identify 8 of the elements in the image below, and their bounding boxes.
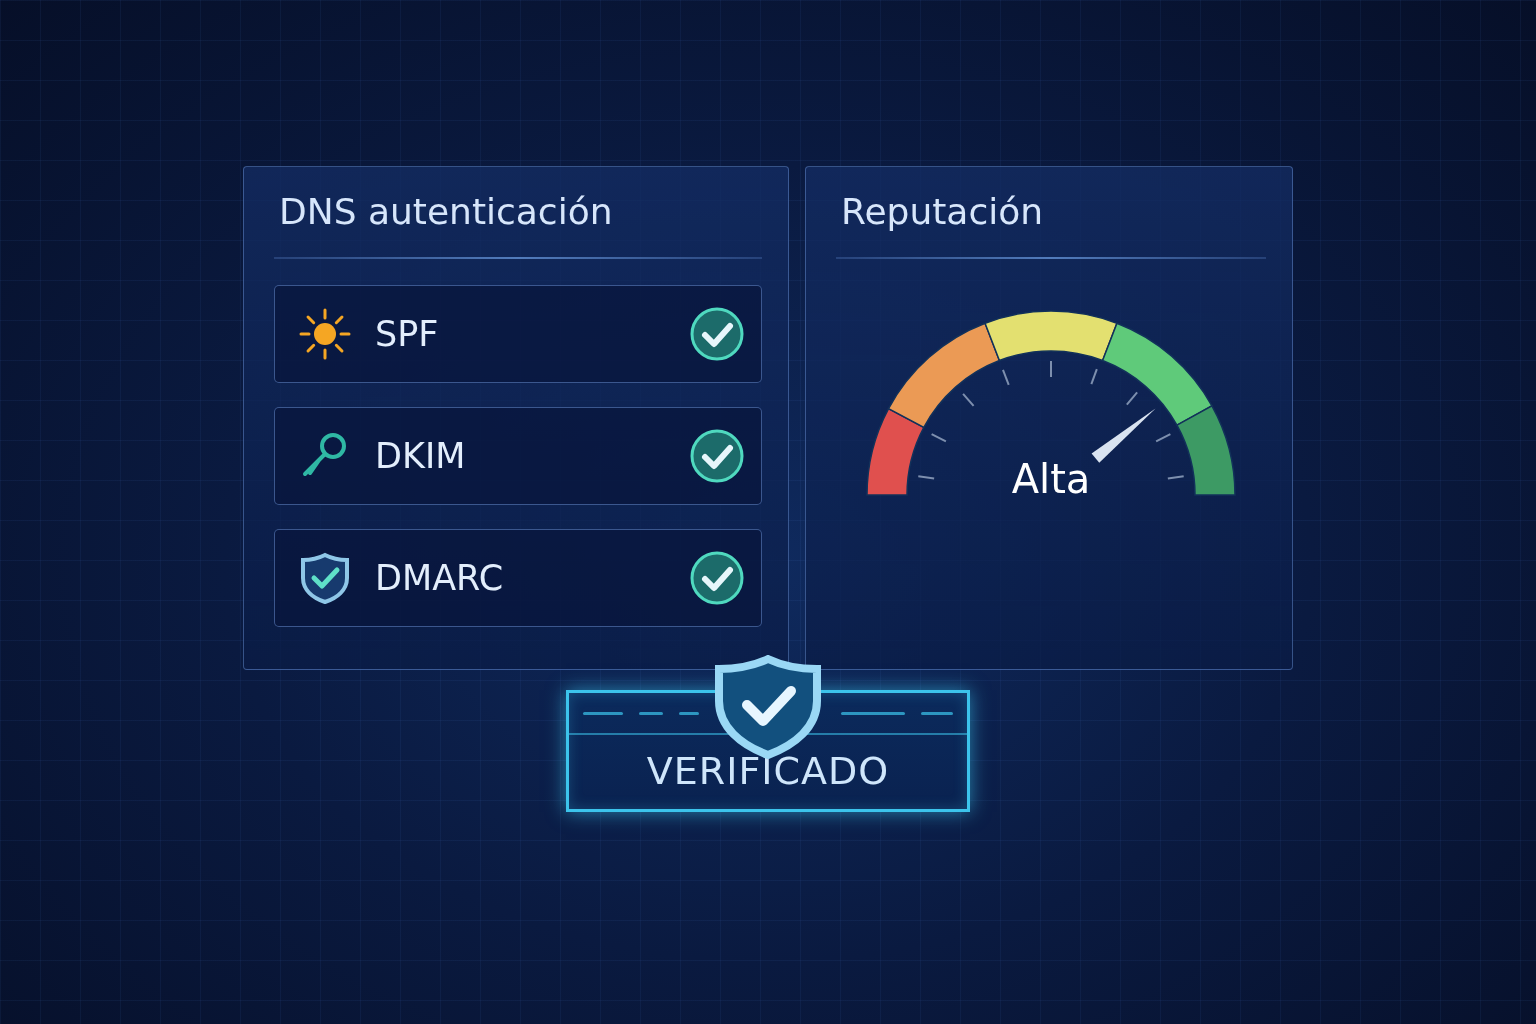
panel-title: DNS autenticación: [278, 190, 614, 233]
gauge-reading: Alta: [1011, 456, 1091, 501]
sun-icon: [297, 306, 353, 362]
record-name: DKIM: [375, 436, 467, 476]
record-name: DMARC: [375, 558, 505, 598]
record-name: SPF: [375, 314, 440, 354]
badge-label: VERIFICADO: [646, 749, 890, 793]
panel-title: Reputación: [840, 190, 1045, 233]
